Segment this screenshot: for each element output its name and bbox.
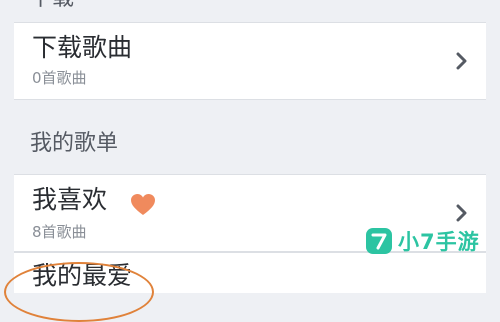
heart-icon: [131, 194, 155, 215]
annotation-circle: [4, 262, 154, 322]
download-songs-item[interactable]: 下载歌曲 0首歌曲: [14, 22, 486, 100]
watermark-text: 小7手游: [398, 230, 480, 254]
watermark-logo-icon: [366, 228, 392, 254]
watermark: 小7手游: [366, 226, 480, 256]
section-header-download: 下载: [30, 0, 74, 12]
download-songs-count: 0首歌曲: [32, 69, 87, 87]
favorites-title: 我喜欢: [32, 185, 108, 214]
chevron-right-icon: [456, 204, 467, 222]
section-header-my-playlists: 我的歌单: [30, 131, 119, 156]
download-songs-title: 下载歌曲: [32, 33, 133, 62]
chevron-right-icon: [456, 52, 467, 70]
favorites-count: 8首歌曲: [32, 223, 87, 241]
